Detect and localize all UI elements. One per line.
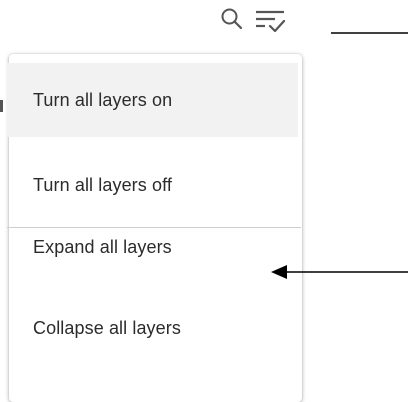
annotation-overlay [271,32,408,279]
annotation-arrowhead [271,265,287,279]
layer-list-stage: Turn all layers on Turn all layers off E… [0,0,408,402]
